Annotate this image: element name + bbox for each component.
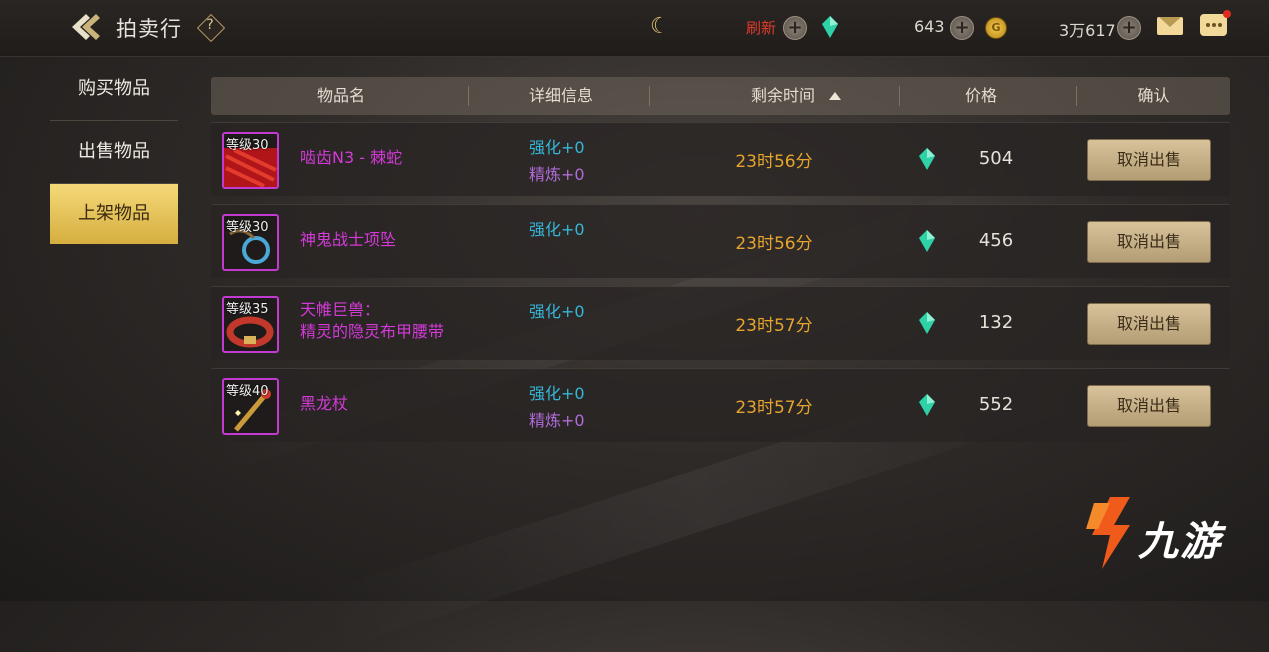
item-level: 等级35 — [226, 302, 269, 317]
column-header-price: 价格 — [964, 86, 997, 105]
remaining-time: 23时56分 — [735, 152, 813, 172]
gold-add-button[interactable]: + — [1117, 16, 1141, 40]
table-row[interactable]: 等级30 神鬼战士项坠 强化+0 23时56分 456 取消出售 — [211, 204, 1230, 278]
sidebar-item-sell[interactable]: 出售物品 — [50, 121, 178, 184]
mail-icon[interactable] — [1157, 17, 1183, 35]
refresh-label[interactable]: 刷新 — [746, 17, 776, 38]
listing-table: 物品名 详细信息 剩余时间 价格 确认 等级30 啮齿N3 - 棘蛇 强化+0 … — [211, 77, 1230, 442]
notification-dot — [1223, 10, 1231, 18]
cancel-sale-button[interactable]: 取消出售 — [1087, 385, 1211, 427]
cancel-sale-button[interactable]: 取消出售 — [1087, 303, 1211, 345]
table-row[interactable]: 等级30 啮齿N3 - 棘蛇 强化+0 精炼+0 23时56分 504 取消出售 — [211, 122, 1230, 196]
item-level: 等级30 — [226, 138, 269, 153]
watermark: 九游 — [1080, 495, 1240, 575]
item-level: 等级40 — [226, 384, 269, 399]
table-row[interactable]: 等级40 黑龙杖 强化+0 精炼+0 23时57分 552 取消出售 — [211, 368, 1230, 442]
gem-icon — [919, 230, 935, 252]
gold-amount: 3万617 — [1059, 21, 1116, 40]
column-header-name: 物品名 — [316, 86, 365, 105]
top-bar: 拍卖行 ? ☾ 刷新 + 643 + G 3万617 + — [0, 0, 1269, 57]
sidebar-item-label: 出售物品 — [78, 141, 150, 162]
table-row[interactable]: 等级35 天帷巨兽： 精灵的隐灵布甲腰带 强化+0 23时57分 132 取消出… — [211, 286, 1230, 360]
back-arrow-icon — [72, 14, 100, 40]
watermark-text: 九游 — [1138, 519, 1222, 565]
page-title: 拍卖行 — [116, 17, 182, 41]
chat-icon[interactable] — [1200, 10, 1231, 36]
item-price: 552 — [978, 394, 1014, 415]
item-price: 132 — [978, 312, 1014, 333]
item-icon-box[interactable]: 等级40 — [222, 378, 279, 435]
item-name: 神鬼战士项坠 — [300, 230, 397, 249]
back-button[interactable] — [0, 0, 110, 56]
item-price: 504 — [978, 148, 1014, 169]
help-label: ? — [206, 17, 214, 33]
sidebar-item-listed[interactable]: 上架物品 — [50, 184, 178, 244]
item-level: 等级30 — [226, 220, 269, 235]
item-refine: 精炼+0 — [529, 411, 585, 430]
sidebar-item-label: 购买物品 — [78, 78, 150, 99]
item-name: 黑龙杖 — [300, 394, 349, 413]
silver-amount: 643 — [914, 17, 945, 36]
column-header-confirm: 确认 — [1137, 86, 1170, 105]
gem-icon — [919, 394, 935, 416]
table-header: 物品名 详细信息 剩余时间 价格 确认 — [211, 77, 1230, 115]
cancel-sale-button[interactable]: 取消出售 — [1087, 221, 1211, 263]
watermark-logo-icon — [1086, 497, 1130, 569]
item-price: 456 — [978, 230, 1014, 251]
remaining-time: 23时57分 — [735, 316, 813, 336]
item-refine: 精炼+0 — [529, 165, 585, 184]
sidebar-item-buy[interactable]: 购买物品 — [50, 58, 178, 121]
sidebar-item-label: 上架物品 — [78, 203, 150, 224]
gem-icon — [822, 16, 838, 38]
item-icon-box[interactable]: 等级30 — [222, 214, 279, 271]
item-icon-box[interactable]: 等级30 — [222, 132, 279, 189]
gem-icon — [919, 312, 935, 334]
column-header-time-label: 剩余时间 — [750, 86, 815, 105]
help-button[interactable]: ? — [196, 13, 226, 43]
item-enhance: 强化+0 — [529, 220, 585, 239]
column-header-time[interactable]: 剩余时间 — [681, 77, 911, 115]
refresh-add-button[interactable]: + — [783, 16, 807, 40]
column-header-details: 详细信息 — [528, 86, 593, 105]
item-name-line2: 精灵的隐灵布甲腰带 — [300, 322, 445, 341]
item-icon-box[interactable]: 等级35 — [222, 296, 279, 353]
crescent-icon[interactable]: ☾ — [650, 14, 670, 39]
sidebar: 购买物品 出售物品 上架物品 — [50, 58, 180, 244]
gem-icon — [919, 148, 935, 170]
item-name: 啮齿N3 - 棘蛇 — [300, 148, 403, 167]
item-enhance: 强化+0 — [529, 302, 585, 321]
item-enhance: 强化+0 — [529, 138, 585, 157]
item-name-line1: 天帷巨兽： — [300, 300, 381, 319]
remaining-time: 23时56分 — [735, 234, 813, 254]
item-enhance: 强化+0 — [529, 384, 585, 403]
silver-add-button[interactable]: + — [950, 16, 974, 40]
coin-icon: G — [985, 17, 1007, 39]
remaining-time: 23时57分 — [735, 398, 813, 418]
sort-ascending-icon — [829, 92, 841, 100]
cancel-sale-button[interactable]: 取消出售 — [1087, 139, 1211, 181]
